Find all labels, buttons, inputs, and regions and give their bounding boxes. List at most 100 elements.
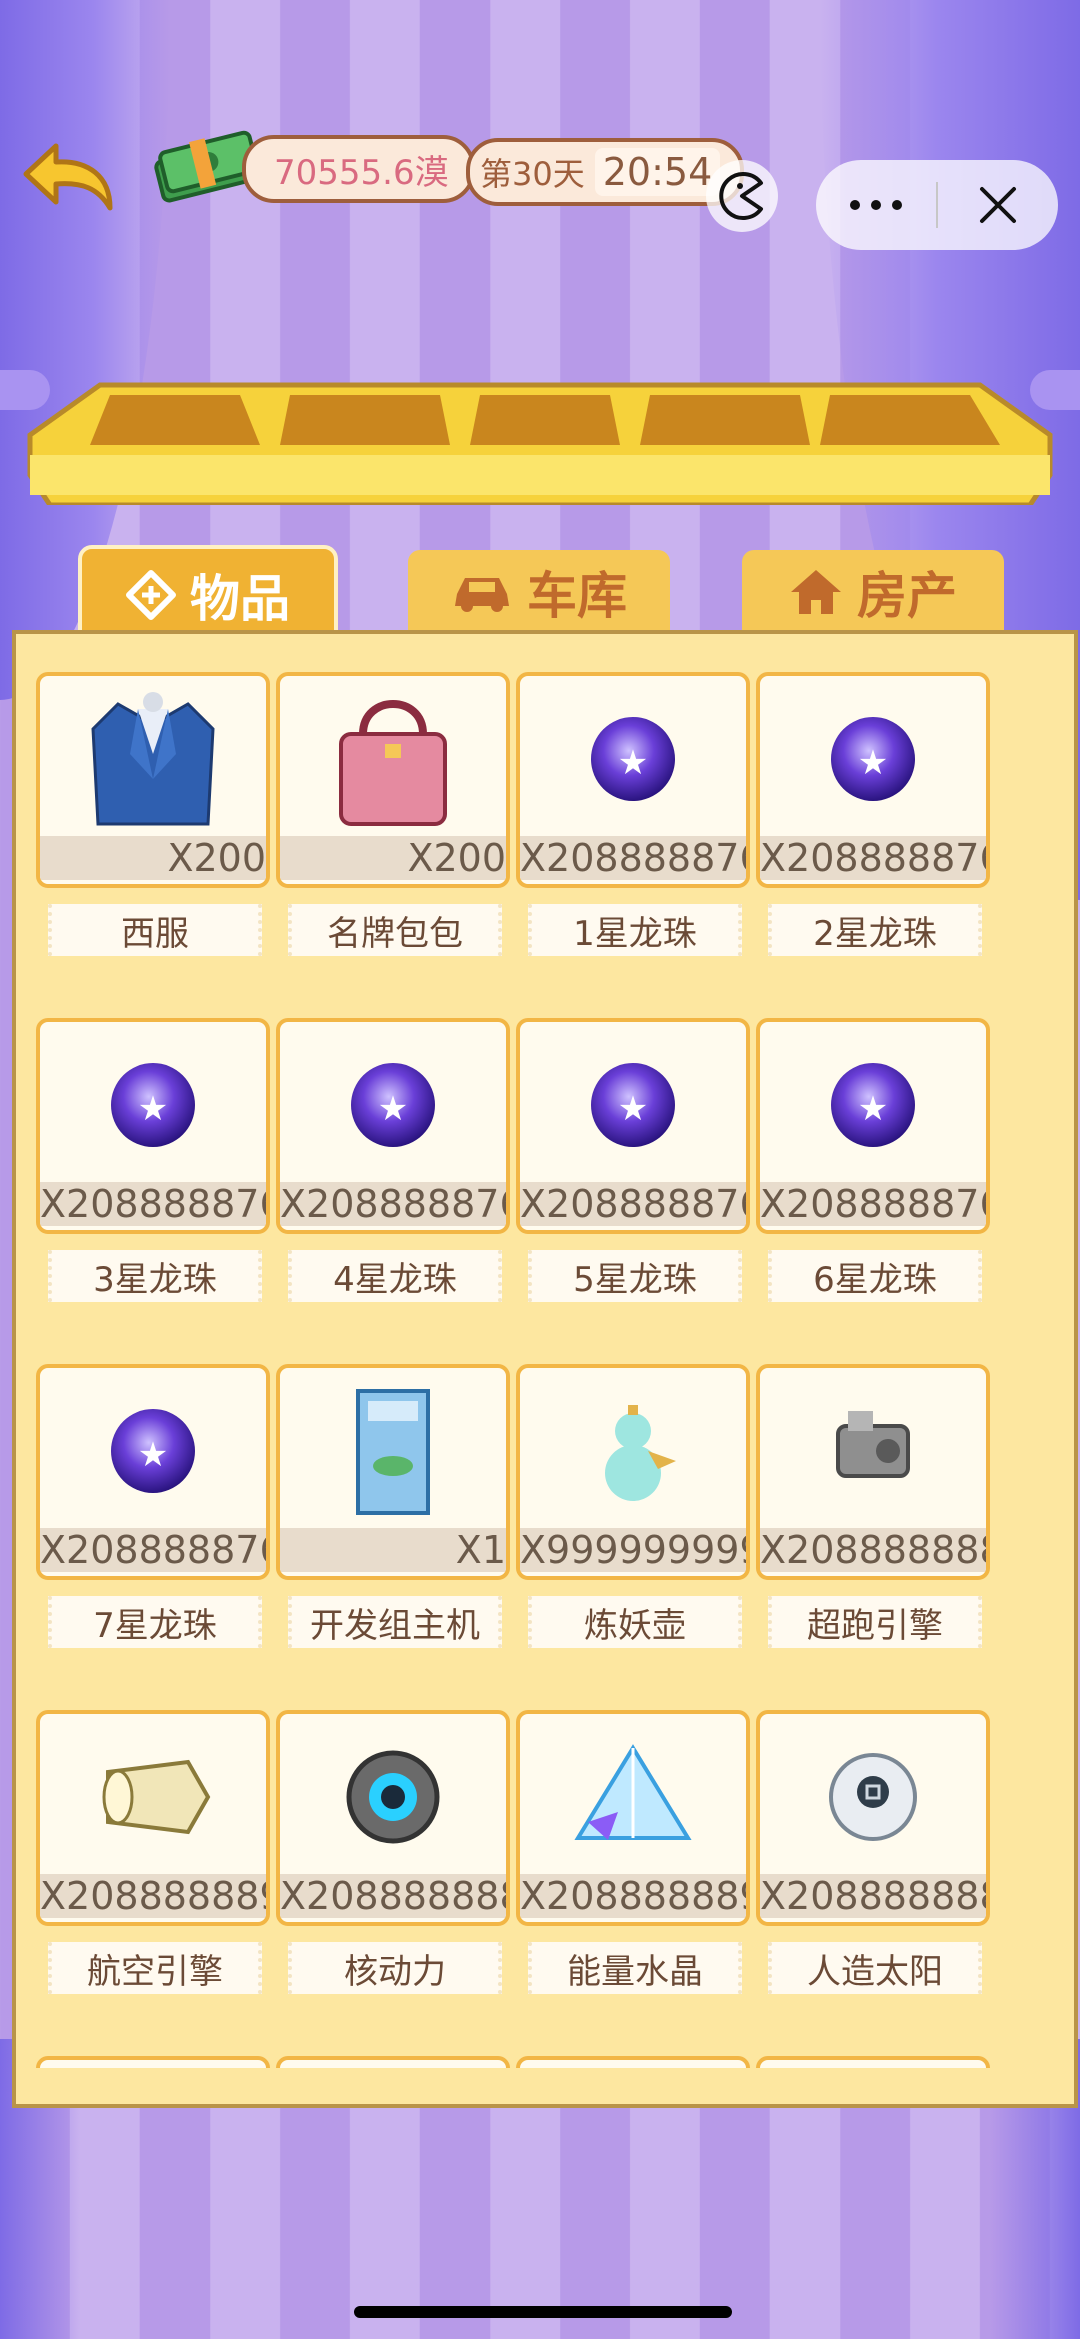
miniprogram-capsule bbox=[816, 160, 1058, 250]
crystal-pyramid-icon bbox=[520, 1714, 746, 1879]
item-name: 西服 bbox=[48, 904, 262, 956]
item-name: 航空引擎 bbox=[48, 1942, 262, 1994]
item-count: X2088888768 bbox=[40, 1182, 266, 1226]
item-count: X2088888898 bbox=[520, 1874, 746, 1918]
dragon-ball-icon: ★ bbox=[520, 1022, 746, 1187]
item-card[interactable]: ★ X2088888768 bbox=[36, 1018, 270, 1234]
suit-icon bbox=[40, 676, 266, 841]
item-name: 2星龙珠 bbox=[768, 904, 982, 956]
svg-text:★: ★ bbox=[858, 743, 888, 783]
car-icon bbox=[451, 570, 513, 614]
item-card[interactable]: X200 bbox=[36, 672, 270, 888]
item-count: X2088888898 bbox=[40, 1874, 266, 1918]
game-center-button[interactable] bbox=[706, 160, 778, 232]
tab-label: 车库 bbox=[527, 567, 627, 625]
item-card[interactable] bbox=[756, 2056, 990, 2068]
day-time-display: 第30天 20:54 bbox=[466, 138, 745, 206]
item-name: 名牌包包 bbox=[288, 904, 502, 956]
svg-text:★: ★ bbox=[378, 1089, 408, 1129]
reactor-icon bbox=[280, 1714, 506, 1879]
tab-garage[interactable]: 车库 bbox=[408, 550, 670, 634]
item-count: X2088888888 bbox=[760, 1528, 986, 1572]
dragon-ball-icon: ★ bbox=[760, 1022, 986, 1187]
item-count: X2088888768 bbox=[40, 1528, 266, 1572]
item-card[interactable]: ★ X2088888768 bbox=[756, 1018, 990, 1234]
item-name: 5星龙珠 bbox=[528, 1250, 742, 1302]
chest-lid bbox=[27, 382, 1053, 505]
item-card[interactable]: X999999999 bbox=[516, 1364, 750, 1580]
item-count: X2088888768 bbox=[520, 836, 746, 880]
item-count: X1 bbox=[280, 1528, 506, 1572]
more-button[interactable] bbox=[816, 160, 936, 250]
close-icon bbox=[980, 187, 1016, 223]
item-count: X2088888888 bbox=[280, 1874, 506, 1918]
home-indicator bbox=[354, 2306, 732, 2318]
item-name: 人造太阳 bbox=[768, 1942, 982, 1994]
item-card[interactable]: ★ X2088888768 bbox=[276, 1018, 510, 1234]
item-count: X999999999 bbox=[520, 1528, 750, 1572]
item-card[interactable]: X2088888888 bbox=[756, 1364, 990, 1580]
item-name: 超跑引擎 bbox=[768, 1596, 982, 1648]
item-count: X2088888768 bbox=[520, 1182, 746, 1226]
item-count: X2088888888 bbox=[760, 1874, 986, 1918]
money-display: 70555.6漠 bbox=[150, 130, 475, 203]
item-card[interactable]: X200 bbox=[276, 672, 510, 888]
item-name: 核动力 bbox=[288, 1942, 502, 1994]
item-count: X2088888768 bbox=[280, 1182, 506, 1226]
item-count: X200 bbox=[40, 836, 266, 880]
diamond-icon bbox=[126, 570, 176, 620]
day-label: 第30天 bbox=[480, 155, 585, 193]
item-card[interactable]: X2088888888 bbox=[756, 1710, 990, 1926]
item-count: X200 bbox=[280, 836, 506, 880]
item-card[interactable]: X1 bbox=[276, 1364, 510, 1580]
item-name: 4星龙珠 bbox=[288, 1250, 502, 1302]
item-name: 7星龙珠 bbox=[48, 1596, 262, 1648]
item-name: 3星龙珠 bbox=[48, 1250, 262, 1302]
svg-text:★: ★ bbox=[138, 1089, 168, 1129]
dragon-ball-icon: ★ bbox=[760, 676, 986, 841]
artificial-sun-icon bbox=[760, 1714, 986, 1879]
tab-label: 房产 bbox=[857, 567, 957, 625]
item-card[interactable]: ★ X2088888768 bbox=[36, 1364, 270, 1580]
item-name: 炼妖壶 bbox=[528, 1596, 742, 1648]
pacman-icon bbox=[719, 172, 763, 220]
item-card[interactable]: ★ X2088888768 bbox=[756, 672, 990, 888]
item-name: 能量水晶 bbox=[528, 1942, 742, 1994]
item-count: X2088888768 bbox=[760, 1182, 986, 1226]
dragon-ball-icon: ★ bbox=[280, 1022, 506, 1187]
item-card[interactable] bbox=[276, 2056, 510, 2068]
back-button[interactable] bbox=[18, 138, 118, 218]
close-button[interactable] bbox=[938, 160, 1058, 250]
computer-tower-icon bbox=[280, 1368, 506, 1533]
item-card[interactable]: X2088888888 bbox=[276, 1710, 510, 1926]
clock-label: 20:54 bbox=[594, 148, 721, 196]
dragon-ball-icon: ★ bbox=[520, 676, 746, 841]
svg-text:★: ★ bbox=[618, 743, 648, 783]
item-name: 开发组主机 bbox=[288, 1596, 502, 1648]
svg-text:★: ★ bbox=[618, 1089, 648, 1129]
jet-engine-icon bbox=[40, 1714, 266, 1879]
engine-icon bbox=[760, 1368, 986, 1533]
back-arrow-icon bbox=[23, 143, 113, 211]
tab-label: 物品 bbox=[190, 570, 290, 628]
tab-property[interactable]: 房产 bbox=[742, 550, 1004, 634]
item-card[interactable]: X2088888898 bbox=[516, 1710, 750, 1926]
item-card[interactable]: ★ X2088888768 bbox=[516, 672, 750, 888]
more-dots-icon bbox=[850, 200, 902, 210]
item-name: 6星龙珠 bbox=[768, 1250, 982, 1302]
svg-text:★: ★ bbox=[858, 1089, 888, 1129]
item-card[interactable] bbox=[36, 2056, 270, 2068]
handbag-icon bbox=[280, 676, 506, 841]
dragon-ball-icon: ★ bbox=[40, 1022, 266, 1187]
item-card[interactable] bbox=[516, 2056, 750, 2068]
gourd-icon bbox=[520, 1368, 746, 1533]
inventory-grid: X200 西服 X200 名牌包包 ★ X2088888768 1星龙珠 ★ X20888887… bbox=[36, 672, 1046, 2068]
item-card[interactable]: ★ X2088888768 bbox=[516, 1018, 750, 1234]
house-icon bbox=[789, 568, 843, 616]
item-card[interactable]: X2088888898 bbox=[36, 1710, 270, 1926]
item-count: X2088888768 bbox=[760, 836, 986, 880]
dragon-ball-icon: ★ bbox=[40, 1368, 266, 1533]
money-amount: 70555.6漠 bbox=[242, 135, 475, 203]
item-name: 1星龙珠 bbox=[528, 904, 742, 956]
svg-text:★: ★ bbox=[138, 1435, 168, 1475]
